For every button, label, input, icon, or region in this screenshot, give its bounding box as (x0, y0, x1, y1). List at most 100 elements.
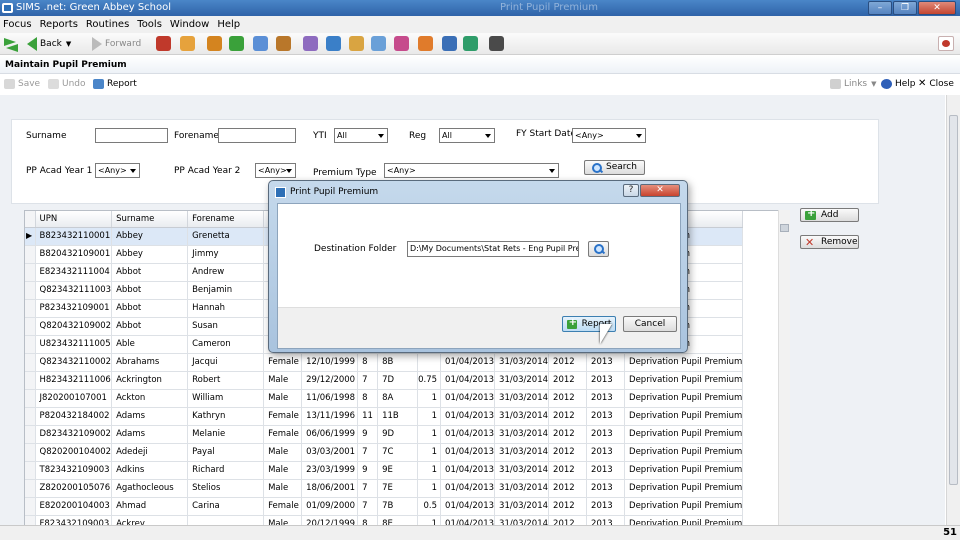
forward-button[interactable]: Forward (92, 36, 141, 52)
dialog-cancel-button[interactable]: Cancel (623, 316, 677, 332)
help-button[interactable]: Help (881, 74, 916, 94)
menu-routines[interactable]: Routines (82, 16, 133, 33)
back-dropdown-icon[interactable]: ▼ (66, 40, 71, 48)
premium-type-label: Premium Type (313, 168, 377, 178)
undo-button[interactable]: Undo (48, 74, 86, 94)
forename-input[interactable] (218, 128, 296, 143)
reg-select[interactable]: All (439, 128, 495, 143)
page-scroll-thumb[interactable] (949, 115, 958, 485)
surname-input[interactable] (95, 128, 168, 143)
restore-icon[interactable]: ❐ (893, 1, 917, 15)
grid-row-marker[interactable] (25, 461, 36, 480)
pp-acad-year-1-select[interactable]: <Any> (95, 163, 140, 178)
grid-scrollbar[interactable] (778, 210, 790, 528)
toolbar-shortcut-icon[interactable] (489, 36, 504, 51)
table-cell: Abbot (111, 299, 189, 318)
close-button[interactable]: ✕ Close (918, 74, 954, 94)
grid-row-marker[interactable] (25, 281, 36, 300)
toolbar-shortcut-icon[interactable] (180, 36, 195, 51)
grid-row-marker[interactable] (25, 407, 36, 426)
destination-folder-input[interactable]: D:\My Documents\Stat Rets - Eng Pupil Pr… (407, 241, 579, 257)
table-cell: 2012 (548, 497, 588, 516)
report-button[interactable]: Report (93, 74, 137, 94)
toolbar-shortcut-icon[interactable] (207, 36, 222, 51)
dialog-close-button[interactable]: ✕ (640, 184, 680, 197)
yti-select[interactable]: All (334, 128, 388, 143)
table-cell: 31/03/2014 (494, 371, 550, 390)
menu-focus[interactable]: Focus (0, 16, 36, 33)
toolbar-shortcut-icon[interactable] (371, 36, 386, 51)
grid-row-marker[interactable] (25, 389, 36, 408)
pp-acad-year-2-label: PP Acad Year 2 (174, 166, 241, 176)
table-row[interactable]: E820200104003 Ahmad Carina Female 01/09/2000… (25, 497, 744, 516)
grid-row-marker[interactable] (25, 299, 36, 318)
toolbar-shortcut-icon[interactable] (349, 36, 364, 51)
add-button[interactable]: Add (800, 208, 859, 222)
table-row[interactable]: Q820200104002 Adedeji Payal Male 03/03/2001 7… (25, 443, 744, 462)
minimize-icon[interactable]: – (868, 1, 892, 15)
grid-row-marker[interactable] (25, 479, 36, 498)
toolbar-shortcut-icon[interactable] (418, 36, 433, 51)
toolbar-shortcut-icon[interactable] (394, 36, 409, 51)
menu-window[interactable]: Window (166, 16, 213, 33)
grid-row-marker[interactable] (25, 245, 36, 264)
grid-row-marker[interactable] (25, 335, 36, 354)
table-row[interactable]: T823432109003 Adkins Richard Male 23/03/1999… (25, 461, 744, 480)
menu-help[interactable]: Help (213, 16, 244, 33)
grid-row-marker[interactable] (25, 425, 36, 444)
grid-row-marker[interactable] (25, 263, 36, 282)
save-button[interactable]: Save (4, 74, 40, 94)
table-cell (417, 353, 442, 372)
table-cell: P823432109001 (35, 299, 113, 318)
browse-folder-button[interactable] (588, 241, 609, 257)
table-row[interactable]: Q823432110002 Abrahams Jacqui Female 12/10/1… (25, 353, 744, 372)
dialog-help-button[interactable]: ? (623, 184, 639, 197)
toolbar-shortcut-icon[interactable] (303, 36, 318, 51)
table-cell: 8A (377, 389, 419, 408)
search-label: Search (606, 162, 637, 172)
grid-row-marker[interactable]: ▶ (25, 227, 36, 246)
grid-row-marker[interactable] (25, 443, 36, 462)
grid-column-header[interactable]: Surname (111, 211, 189, 228)
table-cell: Deprivation Pupil Premium (624, 389, 744, 408)
remove-button[interactable]: ✕ Remove (800, 235, 859, 249)
grid-row-marker[interactable] (25, 371, 36, 390)
page-scrollbar[interactable] (946, 95, 960, 525)
window-title: SIMS .net: Green Abbey School (16, 2, 172, 13)
table-row[interactable]: H823432111006 Ackrington Robert Male 29/12/2… (25, 371, 744, 390)
toolbar-shortcut-icon[interactable] (156, 36, 171, 51)
search-button[interactable]: Search (584, 160, 645, 175)
grid-column-header[interactable]: Forename (187, 211, 265, 228)
table-row[interactable]: Z820200105076 Agathocleous Stelios Male 18/0… (25, 479, 744, 498)
grid-row-marker[interactable] (25, 497, 36, 516)
table-cell: 2013 (586, 407, 626, 426)
table-cell: 31/03/2014 (494, 353, 550, 372)
toolbar-shortcut-icon[interactable] (326, 36, 341, 51)
refresh-button[interactable] (4, 36, 18, 52)
close-window-icon[interactable]: ✕ (918, 1, 956, 15)
back-button[interactable]: Back ▼ (27, 36, 71, 52)
grid-scroll-thumb[interactable] (780, 224, 789, 232)
fy-start-date-select[interactable]: <Any> (572, 128, 646, 143)
menu-tools[interactable]: Tools (133, 16, 166, 33)
links-button[interactable]: Links ▼ (830, 74, 877, 94)
links-label: Links (844, 79, 868, 89)
grid-row-marker[interactable] (25, 317, 36, 336)
table-cell: 7C (377, 443, 419, 462)
toolbar-shortcut-icon[interactable] (253, 36, 268, 51)
premium-type-select[interactable]: <Any> (384, 163, 559, 178)
table-row[interactable]: P820432184002 Adams Kathryn Female 13/11/199… (25, 407, 744, 426)
grid-row-marker[interactable] (25, 353, 36, 372)
toolbar-shortcut-icon[interactable] (229, 36, 244, 51)
pp-acad-year-2-select[interactable]: <Any> (255, 163, 296, 178)
table-cell: Carina (187, 497, 265, 516)
toolbar-shortcut-icon[interactable] (276, 36, 291, 51)
table-row[interactable]: D823432109002 Adams Melanie Female 06/06/199… (25, 425, 744, 444)
table-cell: 31/03/2014 (494, 479, 550, 498)
toolbar-shortcut-icon[interactable] (442, 36, 457, 51)
menu-reports[interactable]: Reports (36, 16, 82, 33)
table-row[interactable]: J820200107001 Ackton William Male 11/06/1998… (25, 389, 744, 408)
sims-app-icon[interactable] (938, 36, 954, 51)
grid-column-header[interactable]: UPN (35, 211, 113, 228)
toolbar-shortcut-icon[interactable] (463, 36, 478, 51)
